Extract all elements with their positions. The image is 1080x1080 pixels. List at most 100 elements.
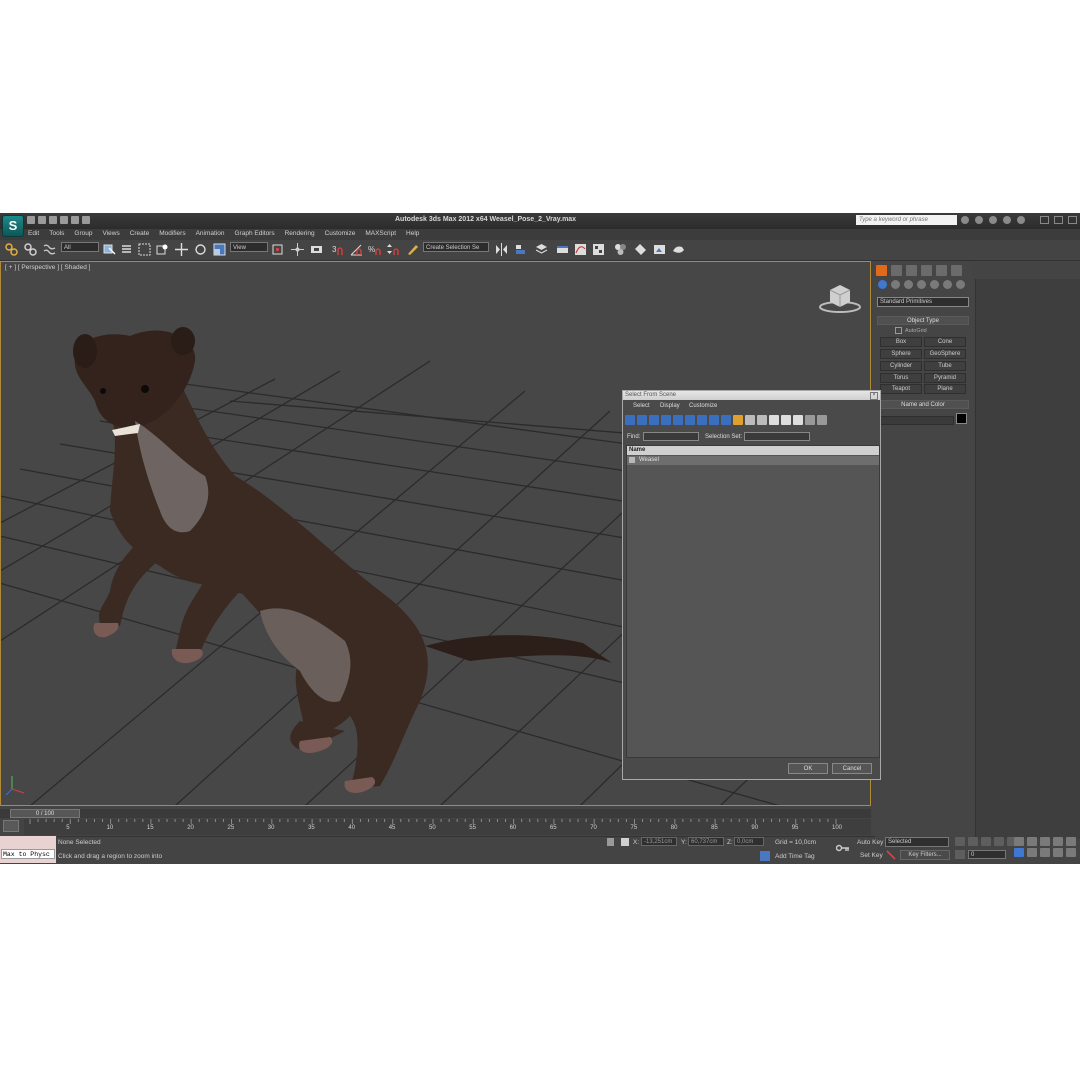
key-icon[interactable]	[836, 844, 850, 852]
modify-tab-icon[interactable]	[891, 265, 902, 276]
object-type-rollout[interactable]: Object Type	[877, 316, 969, 325]
cameras-icon[interactable]	[917, 280, 926, 289]
menu-customize[interactable]: Customize	[325, 230, 356, 237]
selection-filter-dropdown[interactable]: All	[61, 242, 99, 252]
unlink-icon[interactable]	[24, 243, 37, 256]
maximize-icon[interactable]	[1054, 216, 1063, 224]
favorites-star-icon[interactable]	[1003, 216, 1011, 224]
move-icon[interactable]	[175, 243, 188, 256]
mirror-icon[interactable]	[495, 243, 508, 256]
zoom-icon[interactable]	[1014, 837, 1024, 846]
set-key-icon[interactable]	[886, 850, 896, 860]
space-warps-icon[interactable]	[943, 280, 952, 289]
reference-coordinate-dropdown[interactable]: View	[230, 242, 268, 252]
object-color-swatch[interactable]	[956, 413, 967, 424]
menu-graph-editors[interactable]: Graph Editors	[235, 230, 275, 237]
spinner-snap-icon[interactable]	[386, 243, 399, 256]
zoom-region-icon[interactable]	[1014, 848, 1024, 857]
link-icon[interactable]	[5, 243, 18, 256]
display-cameras-icon[interactable]	[661, 415, 671, 425]
graphite-ribbon-icon[interactable]	[556, 243, 569, 256]
torus-button[interactable]: Torus	[880, 373, 922, 383]
communication-center-icon[interactable]	[989, 216, 997, 224]
percent-snap-icon[interactable]: %	[368, 243, 381, 256]
cancel-button[interactable]: Cancel	[832, 763, 872, 774]
geosphere-button[interactable]: GeoSphere	[924, 349, 966, 359]
walk-through-icon[interactable]	[1053, 848, 1063, 857]
search-icon[interactable]	[961, 216, 969, 224]
project-folder-icon[interactable]	[82, 216, 90, 224]
display-tab-icon[interactable]	[936, 265, 947, 276]
maxscript-mini-input[interactable]: Max to Physc	[1, 849, 55, 859]
set-key-button[interactable]: Set Key	[860, 852, 883, 859]
name-and-color-rollout[interactable]: Name and Color	[877, 400, 969, 409]
y-coordinate-field[interactable]: 60,737cm	[688, 837, 724, 846]
add-time-tag[interactable]: Add Time Tag	[775, 853, 815, 860]
geometry-icon[interactable]	[878, 280, 887, 289]
rotate-icon[interactable]	[194, 243, 207, 256]
key-filters-button[interactable]: Key Filters...	[900, 850, 950, 860]
schematic-view-icon[interactable]	[592, 243, 605, 256]
sphere-button[interactable]: Sphere	[880, 349, 922, 359]
menu-group[interactable]: Group	[74, 230, 92, 237]
align-icon[interactable]	[514, 243, 527, 256]
cone-button[interactable]: Cone	[924, 337, 966, 347]
current-frame-field[interactable]: 0	[968, 850, 1006, 859]
menu-modifiers[interactable]: Modifiers	[159, 230, 185, 237]
display-helpers-icon[interactable]	[673, 415, 683, 425]
select-none-icon[interactable]	[781, 415, 791, 425]
dialog-menu-display[interactable]: Display	[660, 403, 680, 409]
display-lights-icon[interactable]	[649, 415, 659, 425]
subscription-icon[interactable]	[975, 216, 983, 224]
named-selection-set-dropdown[interactable]: Create Selection Se	[423, 242, 489, 252]
time-slider-thumb[interactable]: 0 / 100	[10, 809, 80, 818]
next-frame-icon[interactable]	[994, 837, 1004, 846]
viewcube-icon[interactable]	[818, 280, 862, 314]
render-production-icon[interactable]	[672, 243, 685, 256]
transform-mode-icon[interactable]	[621, 838, 629, 846]
render-setup-icon[interactable]	[634, 243, 647, 256]
select-object-icon[interactable]	[103, 243, 116, 256]
orbit-icon[interactable]	[1040, 848, 1050, 857]
x-coordinate-field[interactable]: -13,251cm	[641, 837, 677, 846]
snaps-toggle-icon[interactable]: 3	[331, 243, 344, 256]
name-column-header[interactable]: Name	[627, 446, 879, 455]
pyramid-button[interactable]: Pyramid	[924, 373, 966, 383]
maximize-viewport-icon[interactable]	[1066, 848, 1076, 857]
previous-frame-icon[interactable]	[968, 837, 978, 846]
display-invert-icon[interactable]	[757, 415, 767, 425]
display-geometry-icon[interactable]	[625, 415, 635, 425]
systems-icon[interactable]	[956, 280, 965, 289]
menu-help[interactable]: Help	[406, 230, 419, 237]
plane-button[interactable]: Plane	[924, 384, 966, 394]
display-groups-icon[interactable]	[697, 415, 707, 425]
dialog-menu-customize[interactable]: Customize	[689, 403, 717, 409]
play-icon[interactable]	[981, 837, 991, 846]
autogrid-checkbox[interactable]: AutoGrid	[895, 327, 927, 334]
display-space-warps-icon[interactable]	[685, 415, 695, 425]
create-tab-icon[interactable]	[876, 265, 887, 276]
zoom-extents-icon[interactable]	[1040, 837, 1050, 846]
display-shapes-icon[interactable]	[637, 415, 647, 425]
z-coordinate-field[interactable]: 0,0cm	[734, 837, 764, 846]
primitive-category-dropdown[interactable]: Standard Primitives	[877, 297, 969, 307]
time-slider[interactable]: 0 / 100	[0, 809, 871, 818]
menu-rendering[interactable]: Rendering	[285, 230, 315, 237]
selection-lock-icon[interactable]	[607, 838, 614, 846]
time-tag-icon[interactable]	[760, 851, 770, 861]
menu-tools[interactable]: Tools	[49, 230, 64, 237]
display-xrefs-icon[interactable]	[709, 415, 719, 425]
display-all-icon[interactable]	[733, 415, 743, 425]
material-editor-icon[interactable]	[614, 243, 627, 256]
menu-maxscript[interactable]: MAXScript	[365, 230, 396, 237]
viewport-label-menu[interactable]: [ + ] [ Perspective ] [ Shaded ]	[5, 264, 90, 271]
zoom-extents-all-icon[interactable]	[1053, 837, 1063, 846]
tube-button[interactable]: Tube	[924, 361, 966, 371]
lights-icon[interactable]	[904, 280, 913, 289]
save-file-icon[interactable]	[49, 216, 57, 224]
dialog-close-icon[interactable]: ×	[870, 392, 878, 400]
box-button[interactable]: Box	[880, 337, 922, 347]
display-bones-icon[interactable]	[721, 415, 731, 425]
application-button[interactable]: S	[2, 215, 24, 237]
filter-icon[interactable]	[805, 415, 815, 425]
